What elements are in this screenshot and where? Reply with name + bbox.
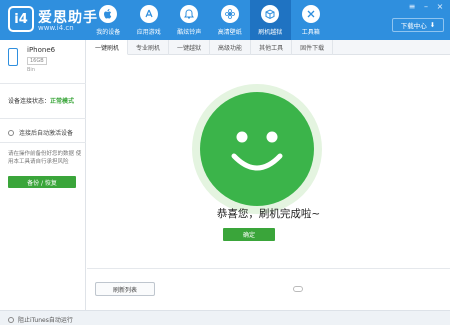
tab-one-click-flash[interactable]: 一键刷机 <box>87 40 129 55</box>
itunes-label: 阻止iTunes自动运行 <box>18 317 73 324</box>
flower-icon <box>220 5 239 23</box>
nav-label: 酷炫铃声 <box>177 29 202 36</box>
nav-ringtones[interactable]: 酷炫铃声 <box>169 0 210 40</box>
smiley-face-icon <box>200 92 314 206</box>
tab-pro-flash[interactable]: 专业刷机 <box>128 40 170 55</box>
phone-icon <box>8 48 18 66</box>
main-nav: 我的设备 应用游戏 酷炫铃声 高清壁纸 刷机越狱 工具箱 <box>88 0 331 40</box>
auto-activate-option[interactable]: 连接后自动激活设备 <box>8 128 73 137</box>
close-icon[interactable]: × <box>436 3 444 11</box>
nav-toolbox[interactable]: 工具箱 <box>291 0 332 40</box>
device-card[interactable]: iPhone6 16GB Bin <box>0 40 86 84</box>
device-capacity-badge: 16GB <box>27 57 47 65</box>
download-center-label: 下载中心 <box>400 22 427 30</box>
download-arrow-icon: ⬇ <box>429 21 436 29</box>
menu-icon[interactable]: ≡ <box>408 3 416 11</box>
radio-button[interactable] <box>8 129 14 136</box>
sidebar: iPhone6 16GB Bin 设备连接状态：正常模式 连接后自动激活设备 请… <box>0 40 86 325</box>
nav-label: 应用游戏 <box>136 29 161 36</box>
success-halo <box>192 84 322 214</box>
app-logo-icon: i4 <box>8 6 34 32</box>
backup-restore-button[interactable]: 备份 / 恢复 <box>8 176 76 188</box>
tab-firmware-download[interactable]: 固件下载 <box>292 40 334 55</box>
minimize-icon[interactable]: – <box>422 3 430 11</box>
connection-status-label: 设备连接状态： <box>8 98 51 105</box>
main-content: 恭喜您，刷机完成啦~ 确定 刷新列表 <box>87 56 450 310</box>
nav-apps-games[interactable]: 应用游戏 <box>129 0 170 40</box>
divider <box>0 118 86 119</box>
refresh-list-button[interactable]: 刷新列表 <box>95 282 155 296</box>
tab-one-click-jailbreak[interactable]: 一键越狱 <box>169 40 211 55</box>
success-message: 恭喜您，刷机完成啦~ <box>216 208 321 220</box>
nav-flash-jailbreak[interactable]: 刷机越狱 <box>250 0 291 40</box>
app-site: www.i4.cn <box>38 24 74 32</box>
auto-activate-label: 连接后自动激活设备 <box>19 130 74 137</box>
nav-my-device[interactable]: 我的设备 <box>88 0 129 40</box>
nav-label: 高清壁纸 <box>217 29 242 36</box>
backup-tip: 请在操作前备份好您的数据 使用本工具请自行承担风险 <box>8 151 82 165</box>
app-store-icon <box>139 5 158 23</box>
device-name: iPhone6 <box>27 46 56 54</box>
connection-status-value: 正常模式 <box>50 98 75 105</box>
download-center-button[interactable]: 下载中心 ⬇ <box>392 18 444 32</box>
toolbox-icon <box>301 5 320 23</box>
apple-icon <box>99 5 118 23</box>
connection-status: 设备连接状态：正常模式 <box>8 96 74 105</box>
nav-label: 工具箱 <box>301 29 320 36</box>
nav-label: 我的设备 <box>96 29 121 36</box>
confirm-button[interactable]: 确定 <box>223 228 275 241</box>
nav-wallpapers[interactable]: 高清壁纸 <box>210 0 251 40</box>
divider <box>0 142 86 143</box>
window-controls: ≡ – × <box>408 3 444 11</box>
tab-bar: 一键刷机 专业刷机 一键越狱 高级功能 其他工具 固件下载 <box>87 40 450 55</box>
divider <box>87 268 450 269</box>
nav-label: 刷机越狱 <box>258 29 283 36</box>
itunes-option[interactable]: 阻止iTunes自动运行 <box>8 315 73 324</box>
box-icon <box>261 5 280 23</box>
device-sub: Bin <box>27 67 35 73</box>
header-bar: i4 爱思助手 www.i4.cn 我的设备 应用游戏 酷炫铃声 高清壁纸 刷机… <box>0 0 450 40</box>
footer-bar: 阻止iTunes自动运行 <box>0 310 450 325</box>
toggle-switch[interactable] <box>293 286 303 292</box>
bell-icon <box>180 5 199 23</box>
radio-button[interactable] <box>8 316 14 323</box>
tab-advanced[interactable]: 高级功能 <box>210 40 252 55</box>
tab-other-tools[interactable]: 其他工具 <box>251 40 293 55</box>
